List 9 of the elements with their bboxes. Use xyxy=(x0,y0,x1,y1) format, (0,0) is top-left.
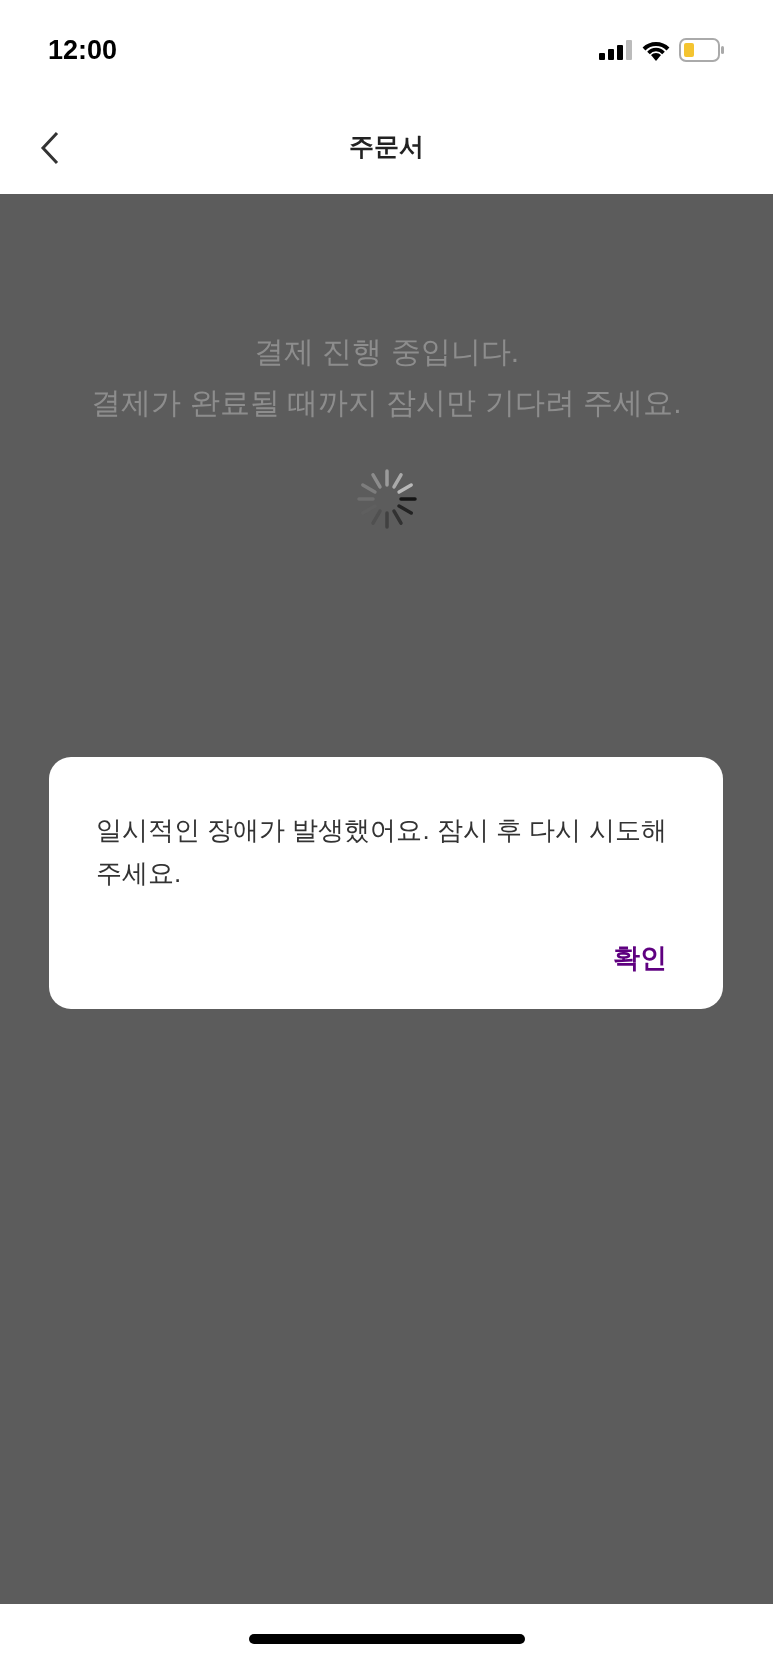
battery-icon xyxy=(679,38,725,62)
back-icon[interactable] xyxy=(40,131,60,165)
confirm-button[interactable]: 확인 xyxy=(607,938,673,979)
wifi-icon xyxy=(641,39,671,61)
loading-spinner-icon xyxy=(355,468,418,530)
signal-icon xyxy=(599,40,633,60)
page-title: 주문서 xyxy=(349,131,424,163)
status-time: 12:00 xyxy=(48,33,118,67)
alert-message: 일시적인 장애가 발생했어요. 잠시 후 다시 시도해주세요. xyxy=(96,814,668,890)
